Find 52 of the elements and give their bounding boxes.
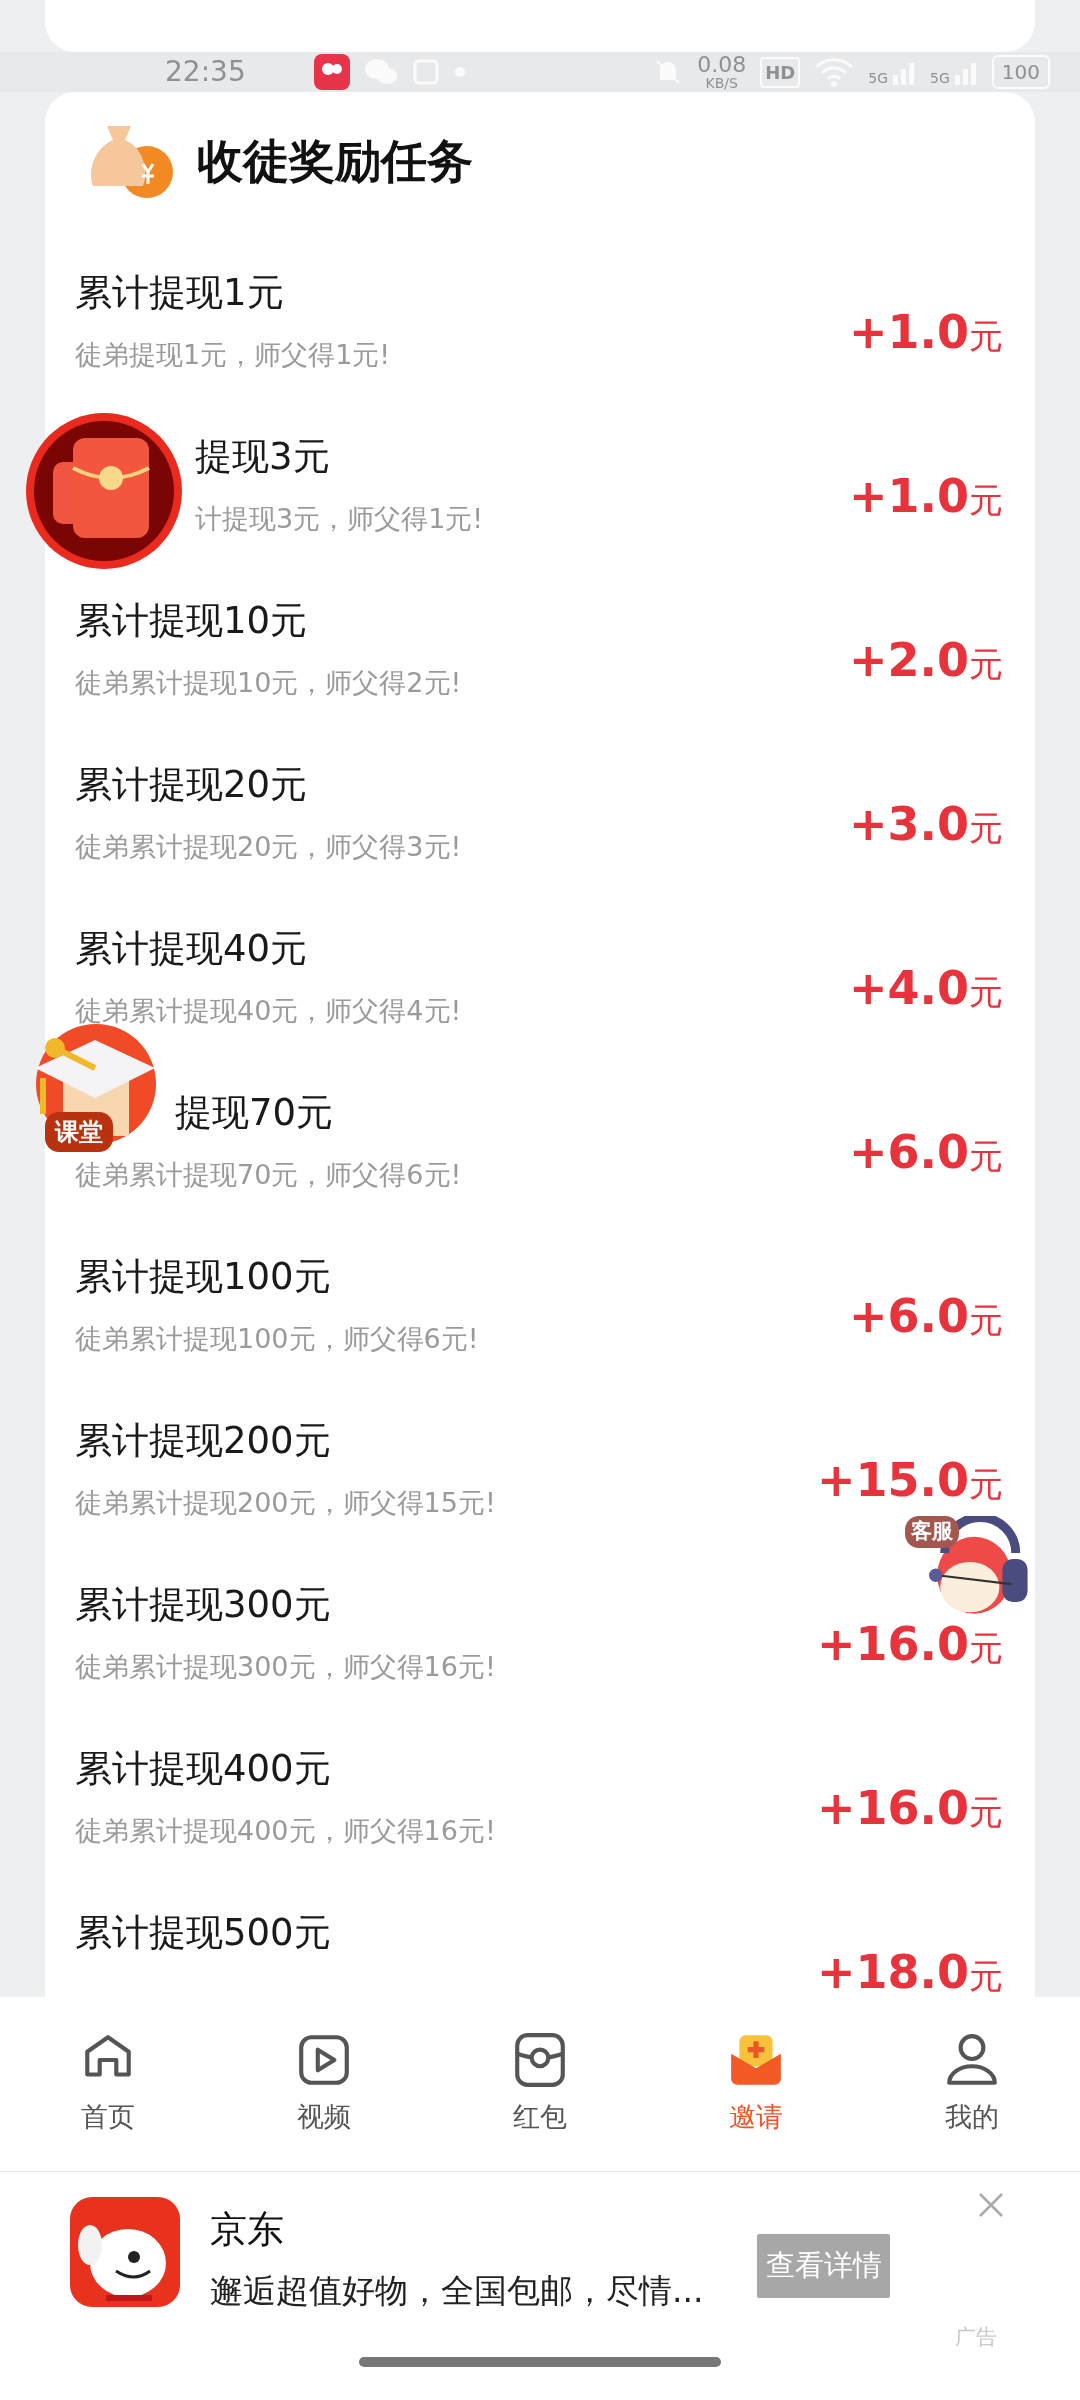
task-description: 徒弟累计提现10元，师父得2元! [75,666,463,700]
reward-amount: +16.0元 [816,1616,1003,1673]
reward-amount: +16.0元 [816,1780,1003,1837]
task-title: 累计提现20元 [75,762,309,808]
reward-amount: +1.0元 [848,468,1003,525]
reward-amount: +15.0元 [816,1452,1003,1509]
task-description: 徒弟累计提现400元，师父得16元! [75,1814,497,1848]
ad-brand: 京东 [210,2207,285,2253]
task-description: 徒弟提现1元，师父得1元! [75,338,392,372]
section-title: 收徒奖励任务 [197,132,473,190]
task-description: 徒弟累计提现300元，师父得16元! [75,1650,497,1684]
nav-tab[interactable]: 视频 [216,1997,432,2171]
reward-amount: +18.0元 [816,1944,1003,1997]
floating-button[interactable] [23,410,185,572]
close-icon [978,2192,1004,2218]
task-title: 累计提现1元 [75,270,285,316]
task-description: 徒弟累计提现100元，师父得6元! [75,1322,480,1356]
hd-badge: HD [760,56,801,88]
envelope-icon [23,410,185,572]
network-type: 5G [930,71,950,85]
net-speed: 0.08 [697,54,747,76]
reward-amount: +1.0元 [848,304,1003,361]
reward-amount: +3.0元 [848,796,1003,853]
task-title: 累计提现400元 [75,1746,332,1792]
nav-tab[interactable]: 红包 [432,1997,648,2171]
reward-amount: +6.0元 [848,1124,1003,1181]
task-title: 累计提现40元 [75,926,309,972]
nav-tab[interactable]: 首页 [0,1997,216,2171]
reward-amount: +4.0元 [848,960,1003,1017]
task-title: 累计提现100元 [75,1254,332,1300]
task-title: 提现3元 [195,434,331,480]
task-description: 徒弟累计提现40元，师父得4元! [75,994,463,1028]
task-description: 徒弟累计提现200元，师父得15元! [75,1486,497,1520]
battery-level: 100 [991,55,1050,89]
dog-logo-icon [70,2197,180,2307]
task-title: 累计提现500元 [75,1910,332,1956]
floating-button[interactable]: 客服 [905,1516,1042,1616]
task-title: 累计提现10元 [75,598,309,644]
reward-amount: +2.0元 [848,632,1003,689]
nav-tab[interactable]: 我的 [864,1997,1080,2171]
network-type: 5G [868,71,889,85]
task-title: 提现70元 [175,1090,334,1136]
app-icon [313,54,350,90]
task-description: 徒弟累计提现70元，师父得6元! [75,1158,463,1192]
net-speed-unit: KB/S [704,76,739,90]
clock-time: 22:35 [165,54,246,90]
task-title: 累计提现300元 [75,1582,332,1628]
task-description: 计提现3元，师父得1元! [195,502,485,536]
task-description: 徒弟累计提现20元，师父得3元! [75,830,463,864]
reward-amount: +6.0元 [848,1288,1003,1345]
task-title: 累计提现200元 [75,1418,332,1464]
ad-description: 邂逅超值好物，全国包邮，尽情... [210,2269,704,2312]
